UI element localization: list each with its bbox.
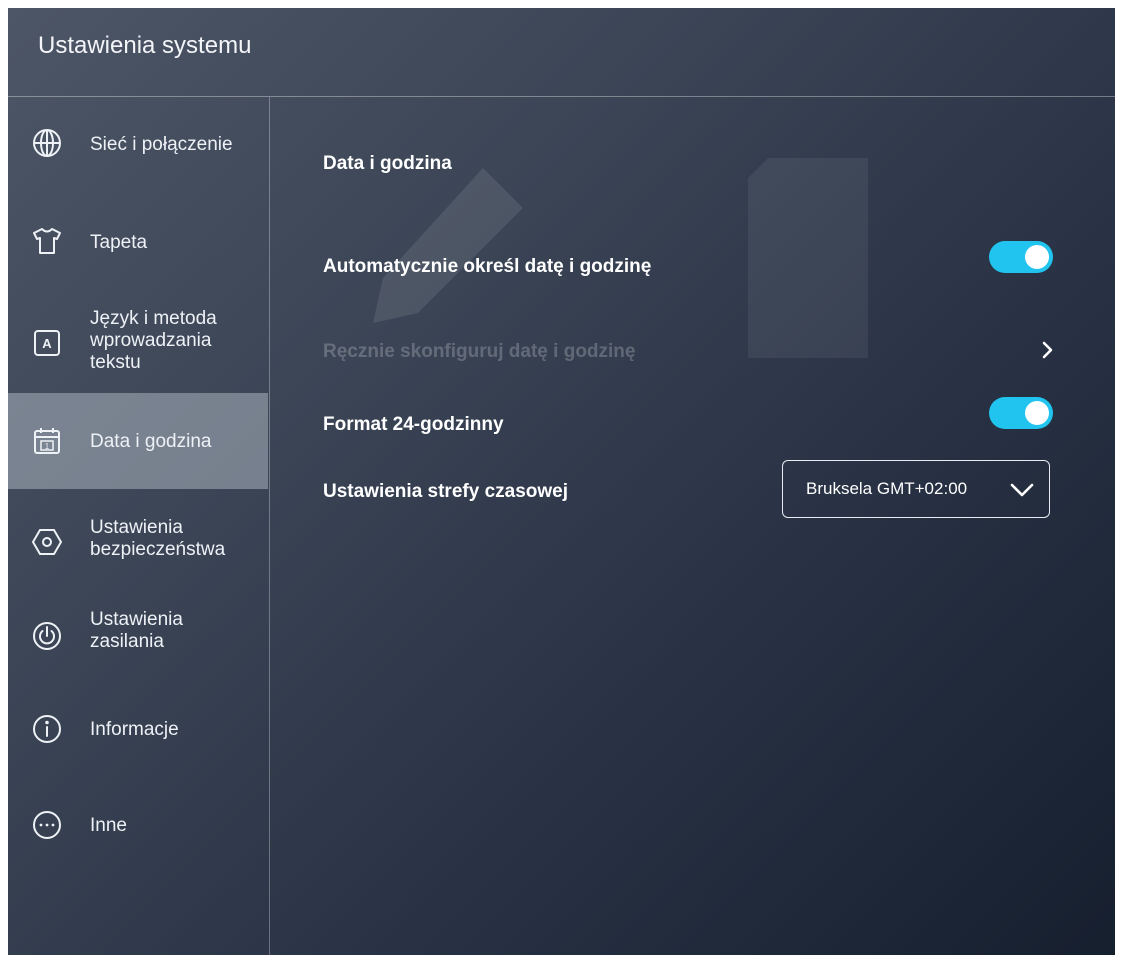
format-24h-toggle[interactable] (989, 397, 1053, 429)
sidebar-item-label: Język i metoda wprowadzania tekstu (90, 308, 217, 373)
chevron-down-icon (1010, 483, 1034, 497)
chevron-right-icon[interactable] (1038, 338, 1058, 362)
sidebar-item-language[interactable]: A Język i metoda wprowadzania tekstu (8, 289, 268, 385)
sidebar-item-wallpaper[interactable]: Tapeta (8, 193, 268, 289)
format-24h-label: Format 24-godzinny (323, 414, 504, 435)
toggle-knob (1025, 245, 1049, 269)
sidebar-item-date-time[interactable]: 1 Data i godzina (8, 393, 268, 489)
language-icon: A (32, 328, 62, 358)
svg-text:A: A (42, 336, 52, 351)
calendar-icon: 1 (32, 426, 62, 456)
toggle-knob (1025, 401, 1049, 425)
main-content: Data i godzina Automatycznie określ datę… (270, 97, 1115, 955)
security-icon (32, 527, 62, 557)
sidebar-item-network[interactable]: Sieć i połączenie (8, 97, 268, 193)
sidebar: Sieć i połączenie Tapeta A Język i metod… (8, 97, 270, 955)
globe-icon (32, 128, 62, 158)
info-icon (32, 714, 62, 744)
power-icon (32, 621, 62, 651)
sidebar-item-other[interactable]: Inne (8, 777, 268, 873)
auto-datetime-label: Automatycznie określ datę i godzinę (323, 256, 652, 277)
sidebar-item-label: Inne (90, 815, 127, 836)
sidebar-item-label: Informacje (90, 719, 179, 740)
sidebar-item-security[interactable]: Ustawienia bezpieczeństwa (8, 489, 268, 585)
tshirt-icon (32, 226, 62, 256)
timezone-value: Bruksela GMT+02:00 (806, 479, 968, 498)
settings-screen: Ustawienia systemu Sieć i połączenie Tap… (8, 8, 1115, 955)
sidebar-item-information[interactable]: Informacje (8, 681, 268, 777)
sidebar-item-label: Data i godzina (90, 431, 212, 452)
sidebar-item-label: Sieć i połączenie (90, 134, 233, 155)
header: Ustawienia systemu (8, 8, 1115, 97)
sidebar-item-label: Tapeta (90, 232, 148, 253)
more-icon (32, 810, 62, 840)
svg-text:1: 1 (45, 442, 50, 451)
sidebar-item-label: Ustawienia zasilania (90, 609, 183, 652)
sidebar-item-label: Ustawienia bezpieczeństwa (90, 517, 226, 560)
section-title: Data i godzina (323, 153, 452, 174)
sidebar-item-power[interactable]: Ustawienia zasilania (8, 585, 268, 681)
page-title: Ustawienia systemu (38, 32, 252, 59)
timezone-label: Ustawienia strefy czasowej (323, 481, 568, 502)
timezone-select[interactable]: Bruksela GMT+02:00 (782, 460, 1050, 518)
manual-datetime-label: Ręcznie skonfiguruj datę i godzinę (323, 341, 636, 362)
auto-datetime-toggle[interactable] (989, 241, 1053, 273)
